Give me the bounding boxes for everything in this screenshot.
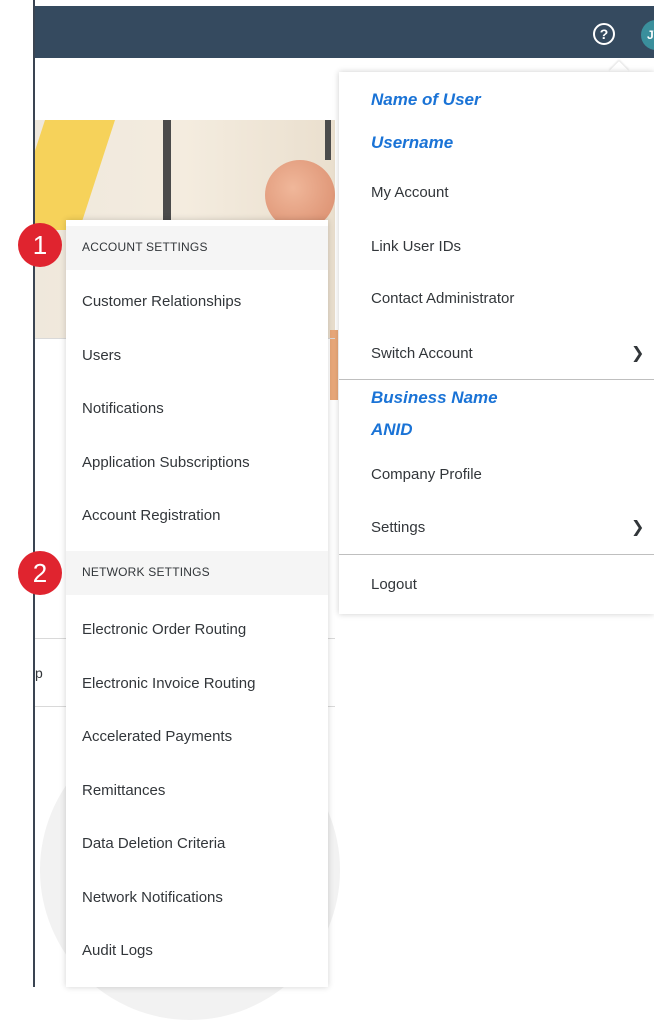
- settings-link[interactable]: Settings: [371, 519, 425, 536]
- link-user-ids-link[interactable]: Link User IDs: [371, 238, 461, 255]
- switch-account-link[interactable]: Switch Account: [371, 345, 473, 362]
- section-header-label: ACCOUNT SETTINGS: [82, 240, 208, 254]
- business-anid: ANID: [371, 420, 413, 439]
- menu-item-customer-relationships[interactable]: Customer Relationships: [82, 293, 241, 310]
- user-menu: Name of User Username My Account Link Us…: [339, 72, 654, 614]
- menu-item-remittances[interactable]: Remittances: [82, 782, 165, 799]
- left-margin: [0, 0, 33, 987]
- section-header-account-settings: ACCOUNT SETTINGS: [66, 226, 328, 270]
- menu-item-electronic-invoice-routing[interactable]: Electronic Invoice Routing: [82, 675, 255, 692]
- user-avatar-button[interactable]: JW: [641, 20, 654, 50]
- menu-divider: [339, 554, 654, 555]
- menu-item-electronic-order-routing[interactable]: Electronic Order Routing: [82, 621, 246, 638]
- logout-link[interactable]: Logout: [371, 576, 417, 593]
- menu-item-application-subscriptions[interactable]: Application Subscriptions: [82, 454, 250, 471]
- menu-item-account-registration[interactable]: Account Registration: [82, 507, 220, 524]
- menu-divider: [339, 379, 654, 380]
- callout-badge-1: 1: [18, 223, 62, 267]
- my-account-link[interactable]: My Account: [371, 184, 449, 201]
- menu-item-audit-logs[interactable]: Audit Logs: [82, 942, 153, 959]
- business-name: Business Name: [371, 388, 498, 407]
- hero-dark-bar-2: [325, 120, 331, 160]
- hero-strip: [330, 330, 338, 400]
- company-profile-link[interactable]: Company Profile: [371, 466, 482, 483]
- user-full-name: Name of User: [371, 90, 481, 109]
- chevron-right-icon: ❯: [631, 519, 645, 536]
- section-header-network-settings: NETWORK SETTINGS: [66, 551, 328, 595]
- menu-item-network-notifications[interactable]: Network Notifications: [82, 889, 223, 906]
- contact-administrator-link[interactable]: Contact Administrator: [371, 290, 514, 307]
- menu-item-accelerated-payments[interactable]: Accelerated Payments: [82, 728, 232, 745]
- hero-dark-bar: [163, 120, 171, 220]
- menu-item-notifications[interactable]: Notifications: [82, 400, 164, 417]
- menu-item-users[interactable]: Users: [82, 347, 121, 364]
- settings-menu: ACCOUNT SETTINGS Customer Relationships …: [66, 220, 328, 987]
- help-icon[interactable]: ?: [593, 23, 615, 45]
- section-header-label: NETWORK SETTINGS: [82, 565, 210, 579]
- callout-badge-2: 2: [18, 551, 62, 595]
- menu-item-data-deletion-criteria[interactable]: Data Deletion Criteria: [82, 835, 225, 852]
- background-text-fragment: p: [35, 665, 43, 681]
- hero-yellow-shape: [35, 120, 115, 230]
- user-username: Username: [371, 133, 454, 152]
- shell-bar: ? JW: [35, 6, 654, 58]
- chevron-right-icon: ❯: [631, 345, 645, 362]
